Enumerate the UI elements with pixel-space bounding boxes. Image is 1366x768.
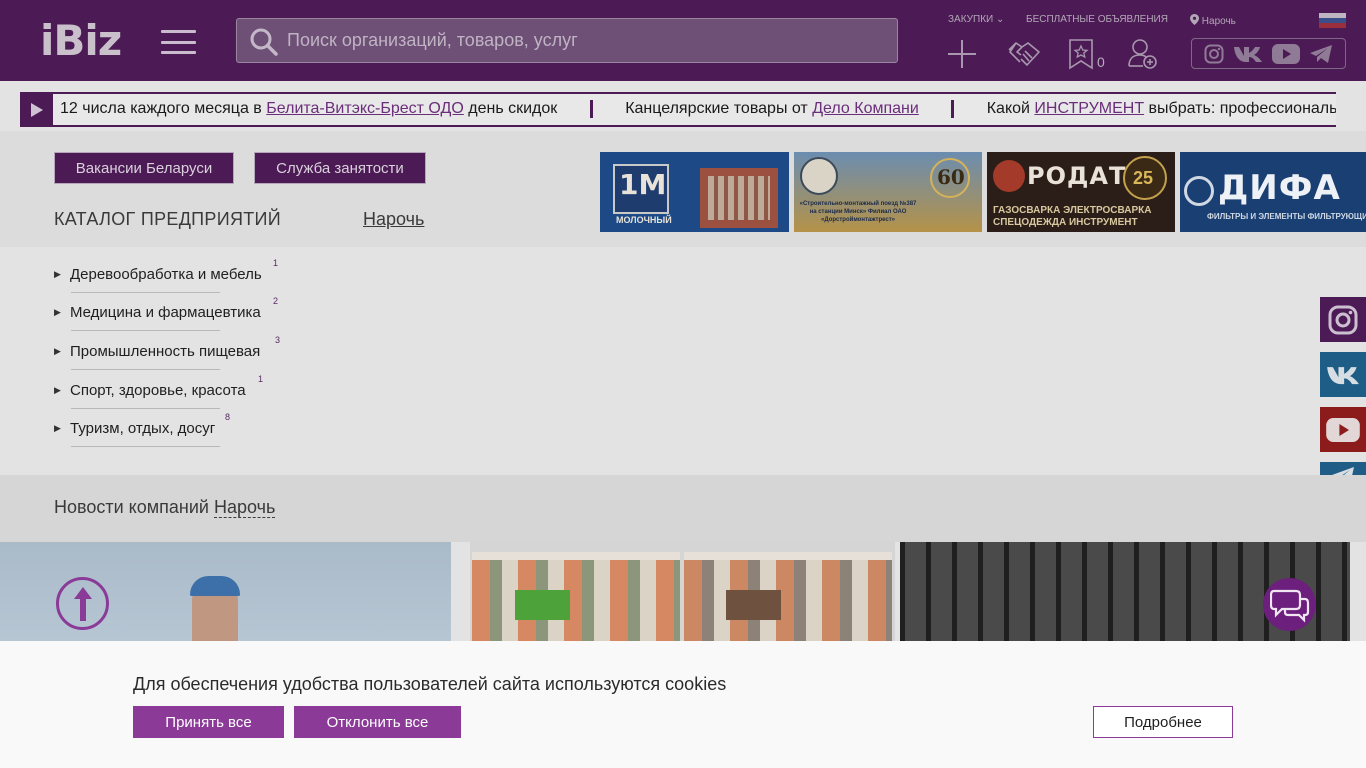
- banner-caption: «Строительно-монтажный поезд №387 на ста…: [799, 201, 917, 223]
- triangle-right-icon: ▶: [54, 307, 61, 317]
- accept-cookies-button[interactable]: Принять все: [133, 706, 284, 738]
- ticker-item: 12 числа каждого месяца в Белита-Витэкс-…: [60, 100, 558, 118]
- catalog-item-count: 1: [258, 374, 264, 384]
- banner-rodat[interactable]: РОДАТ 25 ГАЗОСВАРКА ЭЛЕКТРОСВАРКА СПЕЦОД…: [987, 152, 1175, 232]
- vacancies-button[interactable]: Вакансии Беларуси: [54, 152, 234, 184]
- ticker-separator: [589, 100, 593, 118]
- language-flag-icon[interactable]: [1319, 13, 1346, 28]
- banner-brand: ДИФА: [1218, 168, 1341, 208]
- chevron-down-icon: ⌄: [995, 14, 1005, 25]
- news-ticker: 12 числа каждого месяца в Белита-Витэкс-…: [20, 92, 1336, 127]
- news-card-image[interactable]: [0, 542, 451, 642]
- menu-icon[interactable]: [161, 30, 196, 54]
- triangle-right-icon: ▶: [54, 385, 61, 395]
- sticky-vk-icon[interactable]: [1320, 352, 1366, 397]
- youtube-icon[interactable]: [1271, 43, 1300, 64]
- location-pin-icon: [1190, 14, 1199, 25]
- play-icon[interactable]: [20, 94, 53, 125]
- city-link[interactable]: Нарочь: [363, 209, 424, 230]
- banner-caption: МОЛОЧНЫЙ: [616, 215, 672, 225]
- ticker-link[interactable]: ИНСТРУМЕНТ: [1034, 100, 1144, 117]
- divider: [71, 292, 220, 293]
- banner-brand: 1М: [619, 168, 667, 201]
- ticker-item: Какой ИНСТРУМЕНТ выбрать: профессиональн…: [986, 100, 1336, 118]
- divider: [71, 446, 220, 447]
- ticker-item: Канцелярские товары от Дело Компани: [625, 100, 919, 118]
- catalog-item-count: 1: [273, 258, 279, 268]
- plus-icon[interactable]: [946, 38, 978, 70]
- catalog-item-label[interactable]: Деревообработка и мебель: [70, 266, 262, 283]
- banner-caption: ФИЛЬТРЫ И ЭЛЕМЕНТЫ ФИЛЬТРУЮЩИЕ: [1207, 212, 1366, 221]
- chat-icon[interactable]: [1263, 578, 1316, 631]
- header: iBiz ЗАКУПКИ ⌄ БЕСПЛАТНЫЕ ОБЪЯВЛЕНИЯ Нар…: [0, 0, 1366, 81]
- sticky-instagram-icon[interactable]: [1320, 297, 1366, 342]
- catalog-item-count: 8: [225, 412, 231, 422]
- scroll-up-icon[interactable]: [56, 577, 109, 630]
- search-input[interactable]: [287, 19, 887, 62]
- banner-years: 25: [1133, 168, 1154, 188]
- search-box: [236, 18, 898, 63]
- divider: [71, 369, 220, 370]
- more-info-button[interactable]: Подробнее: [1093, 706, 1233, 738]
- news-city-link[interactable]: Нарочь: [213, 497, 276, 518]
- instagram-icon[interactable]: [1204, 44, 1224, 64]
- catalog-item-label[interactable]: Туризм, отдых, досуг: [70, 420, 215, 437]
- ticker-link[interactable]: Дело Компани: [812, 100, 919, 117]
- catalog-title: КАТАЛОГ ПРЕДПРИЯТИЙ: [54, 209, 282, 229]
- banner-1m-milk[interactable]: 1М МОЛОЧНЫЙ: [600, 152, 789, 232]
- location-link[interactable]: Нарочь: [1190, 14, 1236, 27]
- search-icon[interactable]: [249, 27, 279, 62]
- catalog-item-count: 2: [273, 296, 279, 306]
- banner-years: 60: [937, 165, 965, 189]
- sticky-youtube-icon[interactable]: [1320, 407, 1366, 452]
- triangle-right-icon: ▶: [54, 423, 61, 433]
- cookie-banner: Для обеспечения удобства пользователей с…: [0, 641, 1366, 768]
- catalog-header: Вакансии Беларуси Служба занятости КАТАЛ…: [0, 131, 1366, 247]
- ticker-separator: [951, 100, 955, 118]
- vk-icon[interactable]: [1233, 45, 1263, 63]
- social-links: [1191, 38, 1346, 69]
- triangle-right-icon: ▶: [54, 346, 61, 356]
- sticky-telegram-icon[interactable]: [1320, 462, 1366, 475]
- ticker-link[interactable]: Белита-Витэкс-Брест ОДО: [266, 100, 464, 117]
- triangle-right-icon: ▶: [54, 269, 61, 279]
- handshake-icon[interactable]: [1007, 38, 1040, 70]
- decline-cookies-button[interactable]: Отклонить все: [294, 706, 461, 738]
- news-section-header: Новости компаний Нарочь: [0, 475, 1366, 542]
- site-logo[interactable]: iBiz: [40, 20, 122, 62]
- banner-difa[interactable]: ДИФА ФИЛЬТРЫ И ЭЛЕМЕНТЫ ФИЛЬТРУЮЩИЕ: [1180, 152, 1366, 232]
- catalog-item-label[interactable]: Спорт, здоровье, красота: [70, 382, 246, 399]
- catalog-item-count: 3: [275, 335, 281, 345]
- cookie-text: Для обеспечения удобства пользователей с…: [133, 674, 727, 694]
- banner-smp-387[interactable]: «Строительно-монтажный поезд №387 на ста…: [794, 152, 982, 232]
- banner-brand: РОДАТ: [1027, 162, 1127, 190]
- favorites-count: 0: [1097, 54, 1105, 70]
- purchases-link[interactable]: ЗАКУПКИ ⌄: [948, 14, 1004, 25]
- ticker-track: 12 числа каждого месяца в Белита-Витэкс-…: [60, 100, 1336, 118]
- catalog-item-label[interactable]: Медицина и фармацевтика: [70, 304, 261, 321]
- free-ads-link[interactable]: БЕСПЛАТНЫЕ ОБЪЯВЛЕНИЯ: [1026, 14, 1168, 25]
- divider: [71, 408, 220, 409]
- news-card-image[interactable]: [470, 542, 895, 642]
- divider: [71, 330, 220, 331]
- telegram-icon[interactable]: [1309, 44, 1333, 64]
- employment-service-button[interactable]: Служба занятости: [254, 152, 426, 184]
- banner-line: СПЕЦОДЕЖДА ИНСТРУМЕНТ: [993, 217, 1138, 228]
- favorites-icon[interactable]: [1067, 38, 1099, 70]
- catalog-list: ▶ Деревообработка и мебель 1 ▶ Медицина …: [0, 247, 1366, 475]
- catalog-item-label[interactable]: Промышленность пищевая: [70, 343, 260, 360]
- news-title: Новости компаний Нарочь: [54, 497, 276, 518]
- add-user-icon[interactable]: [1127, 38, 1159, 70]
- banner-line: ГАЗОСВАРКА ЭЛЕКТРОСВАРКА: [993, 205, 1152, 216]
